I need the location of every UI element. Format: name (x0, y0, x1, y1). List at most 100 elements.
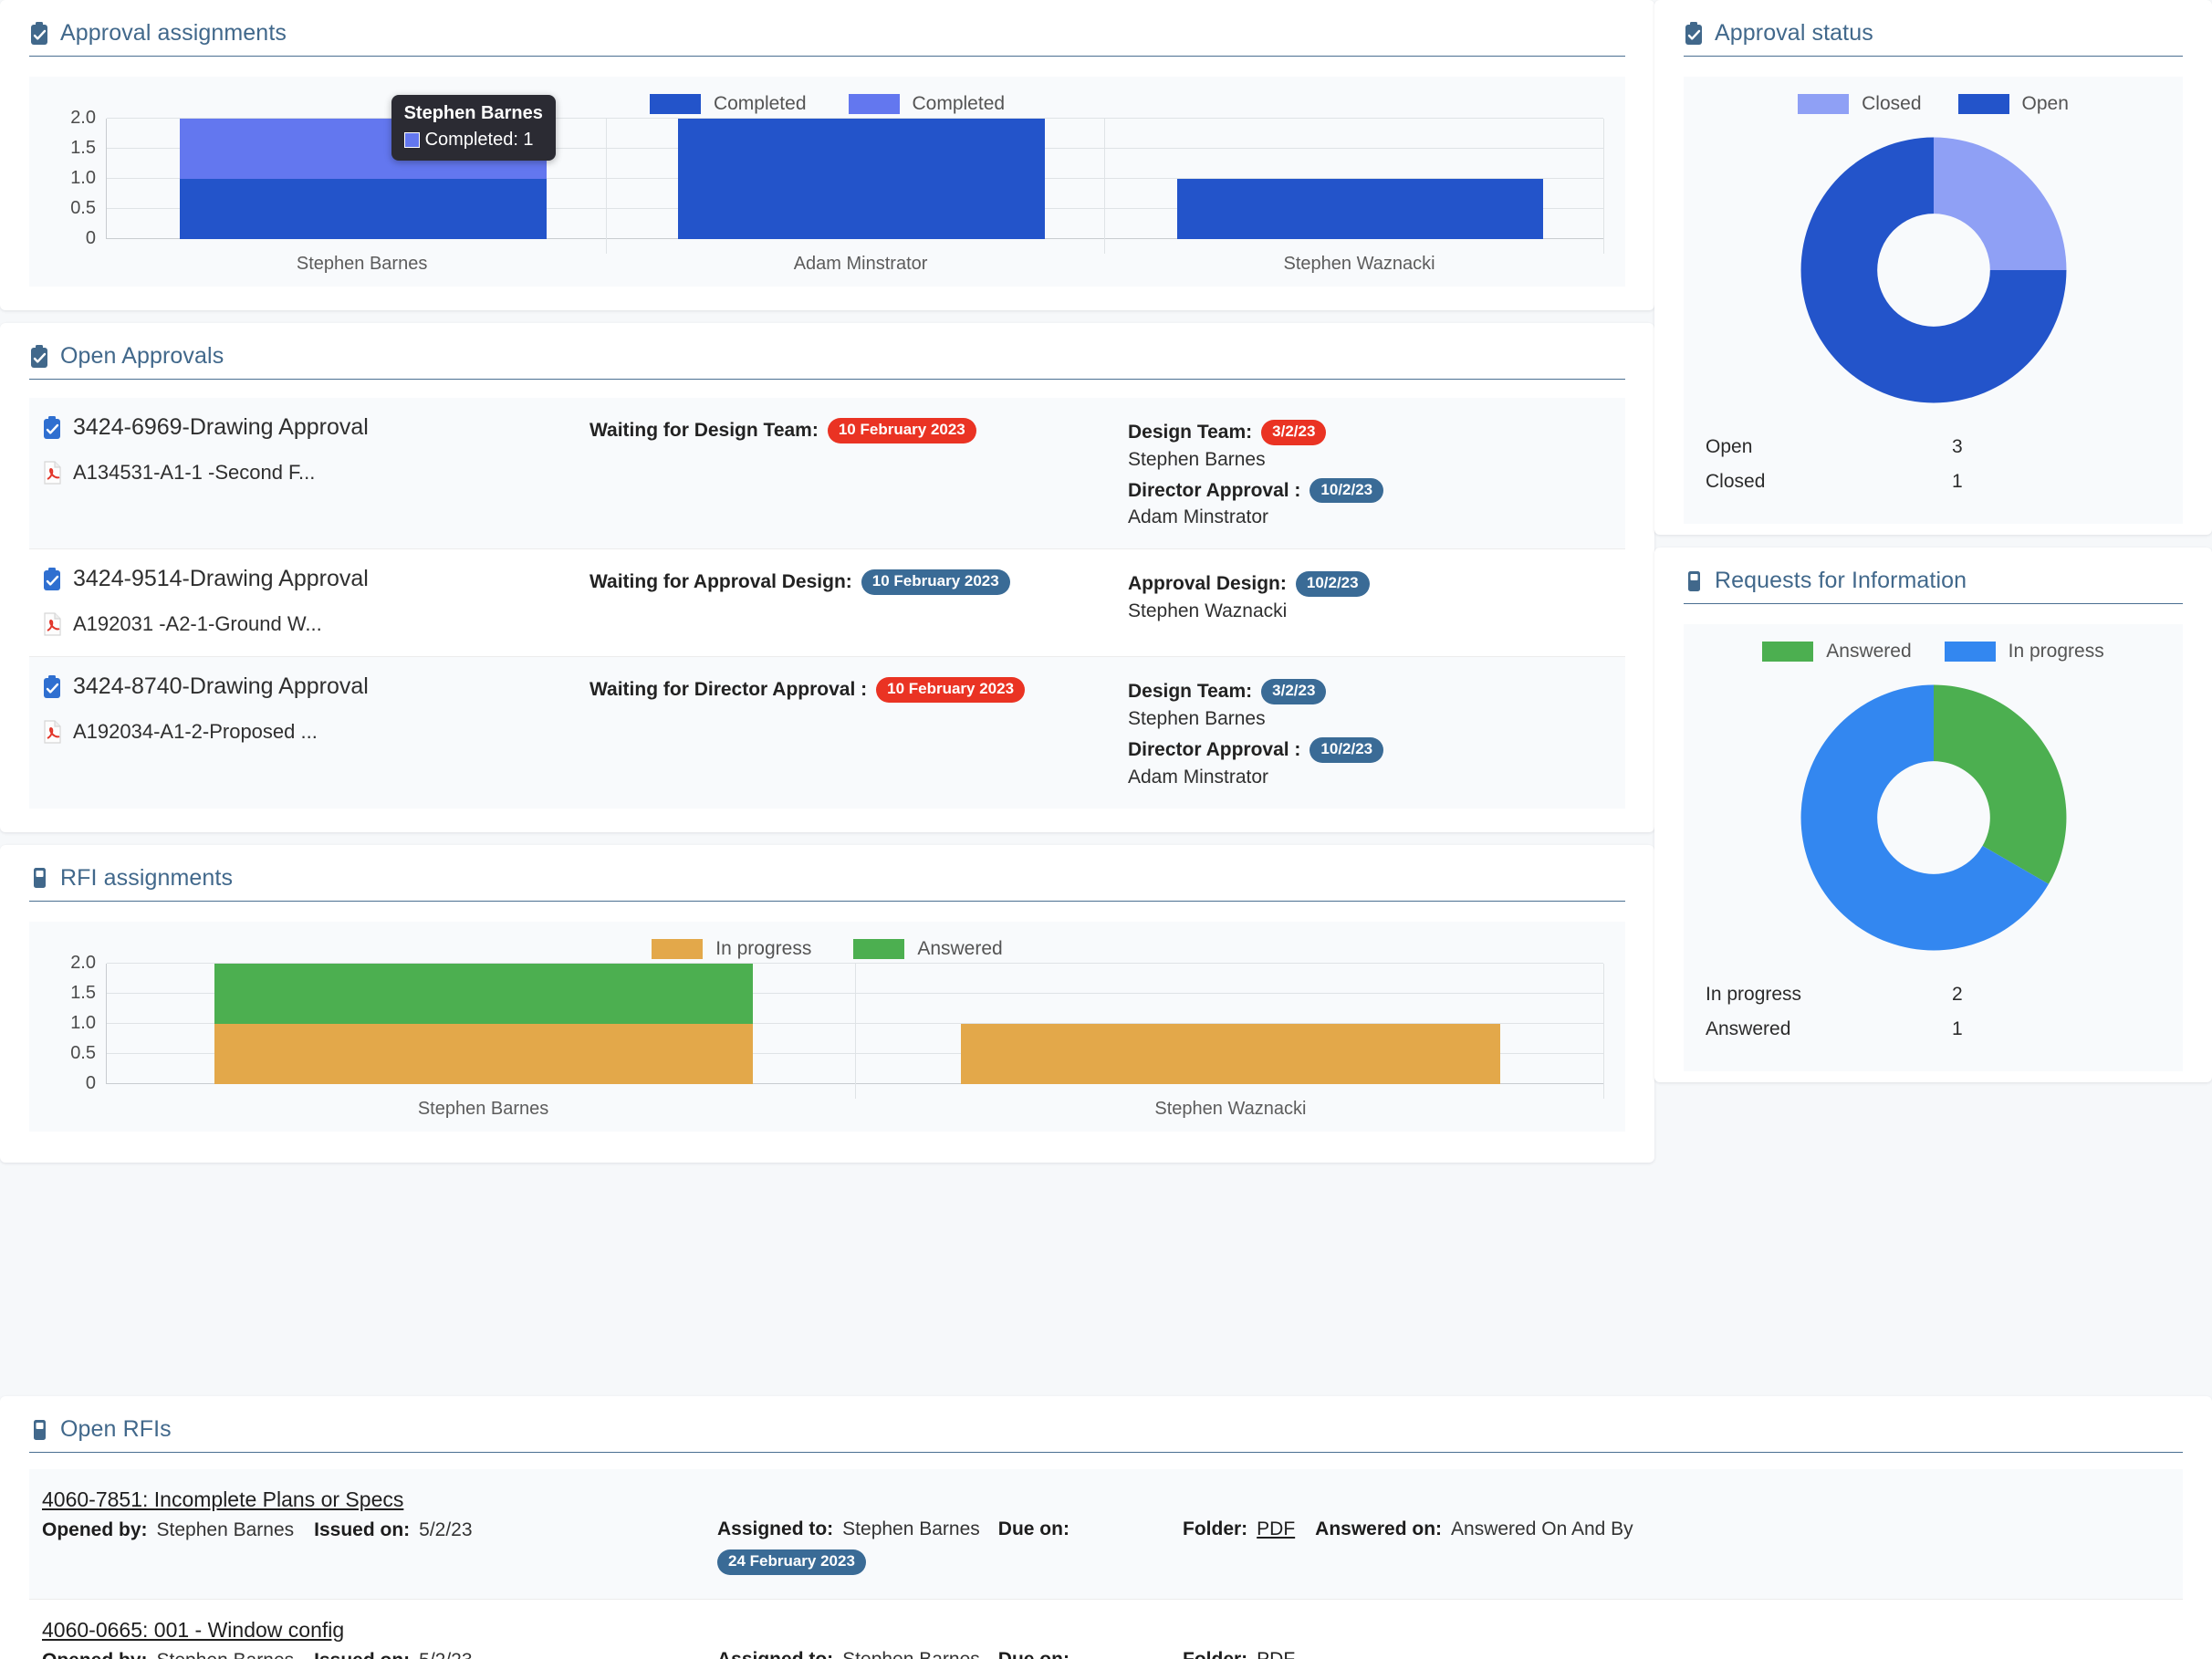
document-icon (1684, 569, 1704, 593)
issued-on-label: Issued on: (314, 1650, 410, 1659)
approval-status-title: Approval status (1715, 20, 1873, 46)
approval-status-legend: Closed Open (1798, 93, 2069, 115)
answered-on-label: Answered on: (1315, 1518, 1443, 1539)
approval-identity: 3424-8740-Drawing Approval A192034-A1-2-… (42, 673, 590, 788)
approver-date-badge: 3/2/23 (1261, 420, 1327, 445)
approver-role-line: Approval Design: 10/2/23 (1128, 571, 1612, 598)
approver-name: Stephen Barnes (1128, 448, 1266, 470)
assigned-to-value: Stephen Barnes (842, 1649, 980, 1659)
bar-segment-completed-dark[interactable] (1176, 179, 1544, 239)
approval-file[interactable]: A192034-A1-2-Proposed ... (42, 720, 590, 744)
legend-item[interactable]: Completed (848, 93, 1005, 115)
approval-id: 3424-9514-Drawing Approval (73, 566, 369, 592)
waiting-line: Waiting for Director Approval : 10 Febru… (590, 677, 1128, 704)
rfi-title-link[interactable]: 4060-0665: 001 - Window config (42, 1618, 344, 1643)
bar-segment-answered[interactable] (214, 963, 754, 1024)
approval-title[interactable]: 3424-9514-Drawing Approval (42, 566, 590, 592)
pdf-link[interactable]: PDF (1257, 1649, 1295, 1659)
bar-segment-in-progress[interactable] (961, 1023, 1500, 1084)
requests-for-information-values: In progress 2 Answered 1 (1696, 984, 2170, 1053)
approval-identity: 3424-6969-Drawing Approval A134531-A1-1 … (42, 414, 590, 528)
approval-row[interactable]: 3424-9514-Drawing Approval A192031 -A2-1… (29, 549, 1625, 658)
rfi-assignment-line: Assigned to: Stephen Barnes Due on: 24 F… (717, 1649, 1183, 1659)
document-icon (29, 1418, 49, 1442)
bar-segment-completed-dark[interactable] (678, 119, 1046, 239)
rfi-row[interactable]: 4060-0665: 001 - Window config Opened by… (29, 1600, 2183, 1659)
pdf-icon (42, 720, 62, 744)
pdf-link[interactable]: PDF (1257, 1518, 1295, 1540)
bar-stephen-waznacki[interactable] (1176, 179, 1544, 239)
open-approvals-title: Open Approvals (60, 343, 224, 369)
clipboard-check-icon (29, 21, 49, 46)
dashboard-page: Approval assignments Completed Completed… (0, 0, 2212, 1659)
rfi-row[interactable]: 4060-7851: Incomplete Plans or Specs Ope… (29, 1469, 2183, 1600)
clipboard-check-icon (42, 415, 62, 440)
donut-slice-closed[interactable] (1933, 137, 2066, 270)
status-label: Answered (1706, 1018, 1791, 1039)
y-tick: 0 (85, 228, 96, 249)
issued-on-label: Issued on: (314, 1519, 411, 1540)
bar-segment-completed-dark[interactable] (180, 179, 548, 239)
rfi-assignments-x-labels: Stephen Barnes Stephen Waznacki (106, 1084, 1603, 1122)
x-label: Adam Minstrator (793, 254, 928, 274)
y-tick: 1.0 (70, 1012, 96, 1033)
y-tick: 0.5 (70, 1042, 96, 1063)
x-label: Stephen Barnes (296, 254, 428, 274)
approval-row[interactable]: 3424-8740-Drawing Approval A192034-A1-2-… (29, 657, 1625, 809)
requests-for-information-chart: Answered In progress In progress 2 Answe… (1684, 624, 2183, 1071)
approver-name: Adam Minstrator (1128, 766, 1269, 788)
approver-role-line: Director Approval : 10/2/23 (1128, 477, 1612, 504)
requests-for-information-donut[interactable] (1733, 672, 2134, 964)
donut-slice-answered[interactable] (1933, 684, 2066, 884)
approval-status-donut[interactable] (1733, 124, 2134, 416)
waiting-label: Waiting for Director Approval : (590, 679, 868, 701)
bar-stephen-barnes[interactable] (214, 963, 754, 1084)
pdf-icon (42, 461, 62, 485)
clipboard-check-icon (29, 344, 49, 369)
approval-row[interactable]: 3424-6969-Drawing Approval A134531-A1-1 … (29, 398, 1625, 550)
status-value: 3 (1952, 436, 1963, 457)
rfi-subline: Opened by: Stephen Barnes Issued on: 5/2… (42, 1650, 717, 1659)
approver-role-line: Design Team: 3/2/23 (1128, 420, 1612, 445)
approver-name: Stephen Barnes (1128, 708, 1266, 730)
approval-approvers: Design Team: 3/2/23 Stephen Barnes Direc… (1128, 414, 1612, 528)
approval-file[interactable]: A134531-A1-1 -Second F... (42, 461, 590, 485)
legend-item[interactable]: Closed (1798, 93, 1922, 115)
legend-item[interactable]: Open (1957, 93, 2069, 115)
waiting-date-badge: 10 February 2023 (827, 418, 976, 443)
bar-stephen-waznacki[interactable] (961, 1023, 1500, 1084)
approval-assignments-chart: Completed Completed 2.0 1.5 1.0 0.5 0 St… (29, 77, 1625, 287)
legend-item[interactable]: Answered (853, 938, 1003, 960)
approval-title[interactable]: 3424-8740-Drawing Approval (42, 673, 590, 700)
legend-label: In progress (715, 937, 812, 959)
waiting-line: Waiting for Approval Design: 10 February… (590, 569, 1128, 596)
approval-waiting: Waiting for Approval Design: 10 February… (590, 566, 1128, 636)
legend-item[interactable]: Completed (649, 93, 807, 115)
approval-id: 3424-6969-Drawing Approval (73, 414, 369, 440)
rfi-identity: 4060-0665: 001 - Window config Opened by… (42, 1618, 717, 1659)
approval-file[interactable]: A192031 -A2-1-Ground W... (42, 612, 590, 636)
legend-label: Open (2021, 93, 2069, 114)
bar-segment-in-progress[interactable] (214, 1023, 754, 1084)
status-value: 2 (1952, 984, 1963, 1005)
rfi-folder: Folder: PDF Answered on: Answered On And… (1183, 1487, 2170, 1575)
status-value: 1 (1952, 471, 1963, 492)
tooltip-value: Completed: 1 (424, 130, 534, 150)
approval-identity: 3424-9514-Drawing Approval A192031 -A2-1… (42, 566, 590, 636)
issued-on-value: 5/2/23 (419, 1650, 472, 1659)
opened-by-value: Stephen Barnes (157, 1650, 295, 1659)
legend-item[interactable]: In progress (1944, 641, 2104, 663)
requests-for-information-legend: Answered In progress (1762, 641, 2104, 663)
legend-swatch-open (1957, 94, 2009, 114)
approver-entry: Director Approval : 10/2/23 Adam Minstra… (1128, 477, 1612, 529)
bar-adam-minstrator[interactable] (678, 119, 1046, 239)
y-tick: 2.0 (70, 952, 96, 973)
approval-title[interactable]: 3424-6969-Drawing Approval (42, 414, 590, 441)
rfi-subline: Opened by: Stephen Barnes Issued on: 5/2… (42, 1519, 717, 1541)
approver-name: Stephen Waznacki (1128, 600, 1288, 622)
legend-item[interactable]: In progress (652, 938, 811, 960)
status-value-row: Open 3 (1706, 436, 2161, 458)
approval-waiting: Waiting for Design Team: 10 February 202… (590, 414, 1128, 528)
legend-item[interactable]: Answered (1762, 641, 1912, 663)
rfi-title-link[interactable]: 4060-7851: Incomplete Plans or Specs (42, 1487, 403, 1512)
